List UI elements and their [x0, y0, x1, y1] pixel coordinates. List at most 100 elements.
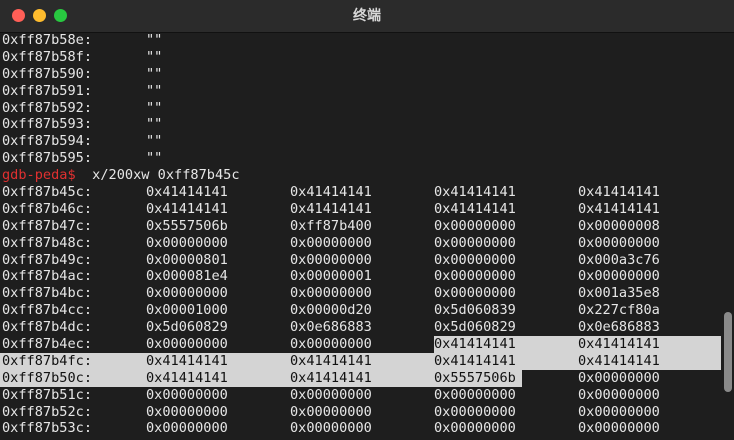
memory-word: 0x00000000 [146, 285, 228, 302]
string-value: "" [146, 48, 163, 65]
memory-word: 0x00000000 [434, 251, 516, 268]
scrollbar-thumb[interactable] [724, 312, 732, 392]
address: 0xff87b591: [2, 82, 93, 99]
memory-word: 0x00000000 [146, 386, 228, 403]
memory-word: 0x41414141 [290, 184, 372, 201]
memory-word: 0x5557506b [146, 217, 228, 234]
memory-word: 0x41414141 [434, 184, 516, 201]
memory-word: 0x41414141 [146, 200, 228, 217]
memory-word: 0x41414141 [146, 369, 228, 387]
string-value: "" [146, 32, 163, 48]
memory-word: 0x0e686883 [578, 319, 660, 336]
terminal-window: 终端 0xff87b58e: "" 0xff87b58f: "" 0xff87b59… [0, 0, 734, 440]
memory-word: 0xff87b400 [290, 217, 372, 234]
memory-word: 0x00000000 [146, 234, 228, 251]
memory-row: 0xff87b49c: 0x00000801 0x00000000 0x0000000… [0, 252, 734, 269]
memory-row: 0xff87b52c: 0x00000000 0x00000000 0x0000000… [0, 404, 734, 421]
address: 0xff87b52c: [2, 403, 93, 420]
gdb-prompt: gdb-peda$ [2, 167, 76, 184]
address: 0xff87b4fc: [2, 352, 93, 370]
memory-word: 0x41414141 [578, 184, 660, 201]
memory-word: 0x5d060839 [434, 302, 516, 319]
address: 0xff87b595: [2, 150, 93, 167]
memory-word: 0x41414141 [578, 336, 660, 353]
memory-word: 0x00000000 [290, 234, 372, 251]
string-row: 0xff87b594: "" [0, 133, 734, 150]
memory-word: 0x41414141 [578, 352, 660, 370]
address: 0xff87b4bc: [2, 285, 93, 302]
memory-word: 0x41414141 [146, 352, 228, 370]
memory-row: 0xff87b53c: 0x00000000 0x00000000 0x0000000… [0, 420, 734, 437]
memory-word: 0x41414141 [434, 352, 516, 370]
memory-row: 0xff87b50c: 0x41414141 0x41414141 0x5557506… [0, 369, 734, 387]
string-value: "" [146, 99, 163, 116]
address: 0xff87b4ac: [2, 268, 93, 285]
string-value: "" [146, 82, 163, 99]
memory-word: 0x41414141 [578, 200, 660, 217]
string-row: 0xff87b58f: "" [0, 49, 734, 66]
memory-word: 0x001a35e8 [578, 285, 660, 302]
memory-word: 0x00000000 [578, 268, 660, 285]
address: 0xff87b58e: [2, 32, 93, 48]
address: 0xff87b51c: [2, 386, 93, 403]
memory-word: 0x5d060829 [434, 319, 516, 336]
memory-row: 0xff87b4ac: 0x000081e4 0x00000001 0x0000000… [0, 268, 734, 285]
memory-word: 0x00000000 [578, 386, 660, 403]
string-value: "" [146, 133, 163, 150]
memory-word: 0x00000000 [578, 234, 660, 251]
memory-word: 0x41414141 [290, 200, 372, 217]
memory-word: 0x41414141 [146, 184, 228, 201]
string-value: "" [146, 150, 163, 167]
memory-word: 0x000081e4 [146, 268, 228, 285]
address: 0xff87b4ec: [2, 336, 93, 353]
memory-word: 0x5557506b [434, 369, 516, 387]
memory-word: 0x41414141 [434, 200, 516, 217]
memory-word: 0x41414141 [290, 352, 372, 370]
memory-word: 0x0e686883 [290, 319, 372, 336]
memory-word: 0x00000000 [290, 336, 372, 353]
memory-row: 0xff87b4cc: 0x00001000 0x00000d20 0x5d06083… [0, 302, 734, 319]
vertical-scrollbar[interactable] [722, 312, 734, 392]
memory-row: 0xff87b4fc: 0x41414141 0x41414141 0x4141414… [0, 352, 734, 370]
memory-word: 0x00000000 [290, 403, 372, 420]
memory-word: 0x00000001 [290, 268, 372, 285]
address: 0xff87b593: [2, 116, 93, 133]
address: 0xff87b592: [2, 99, 93, 116]
memory-word: 0x00000000 [434, 285, 516, 302]
memory-word: 0x00001000 [146, 302, 228, 319]
memory-word: 0x00000000 [434, 268, 516, 285]
memory-word: 0x000a3c76 [578, 251, 660, 268]
title-bar: 终端 [0, 0, 734, 33]
window-title: 终端 [353, 8, 381, 24]
string-value: "" [146, 116, 163, 133]
address: 0xff87b48c: [2, 234, 93, 251]
memory-word: 0x00000000 [434, 217, 516, 234]
memory-word: 0x00000000 [434, 420, 516, 437]
memory-word: 0x00000000 [434, 386, 516, 403]
memory-word: 0x00000000 [290, 285, 372, 302]
address: 0xff87b53c: [2, 420, 93, 437]
address: 0xff87b4cc: [2, 302, 93, 319]
string-row: 0xff87b595: "" [0, 150, 734, 167]
memory-row: 0xff87b51c: 0x00000000 0x00000000 0x0000000… [0, 387, 734, 404]
memory-row: 0xff87b4ec: 0x00000000 0x00000000 0x4141414… [0, 336, 734, 353]
memory-word: 0x00000000 [146, 336, 228, 353]
memory-word: 0x00000000 [146, 403, 228, 420]
memory-word: 0x00000d20 [290, 302, 372, 319]
string-row: 0xff87b591: "" [0, 83, 734, 100]
memory-row: 0xff87b48c: 0x00000000 0x00000000 0x0000000… [0, 235, 734, 252]
memory-word: 0x41414141 [290, 369, 372, 387]
command-line: gdb-peda$ x/200xw 0xff87b45c [0, 167, 734, 184]
memory-word: 0x41414141 [434, 336, 516, 353]
string-row: 0xff87b58e: "" [0, 32, 734, 49]
address: 0xff87b590: [2, 65, 93, 82]
memory-word: 0x00000000 [578, 403, 660, 420]
memory-word: 0x00000000 [578, 420, 660, 437]
address: 0xff87b58f: [2, 48, 93, 65]
address: 0xff87b47c: [2, 217, 93, 234]
address: 0xff87b50c: [2, 369, 93, 387]
address: 0xff87b594: [2, 133, 93, 150]
memory-word: 0x00000000 [578, 369, 660, 386]
terminal-output[interactable]: 0xff87b58e: "" 0xff87b58f: "" 0xff87b590: "… [0, 32, 734, 440]
memory-word: 0x00000000 [434, 403, 516, 420]
